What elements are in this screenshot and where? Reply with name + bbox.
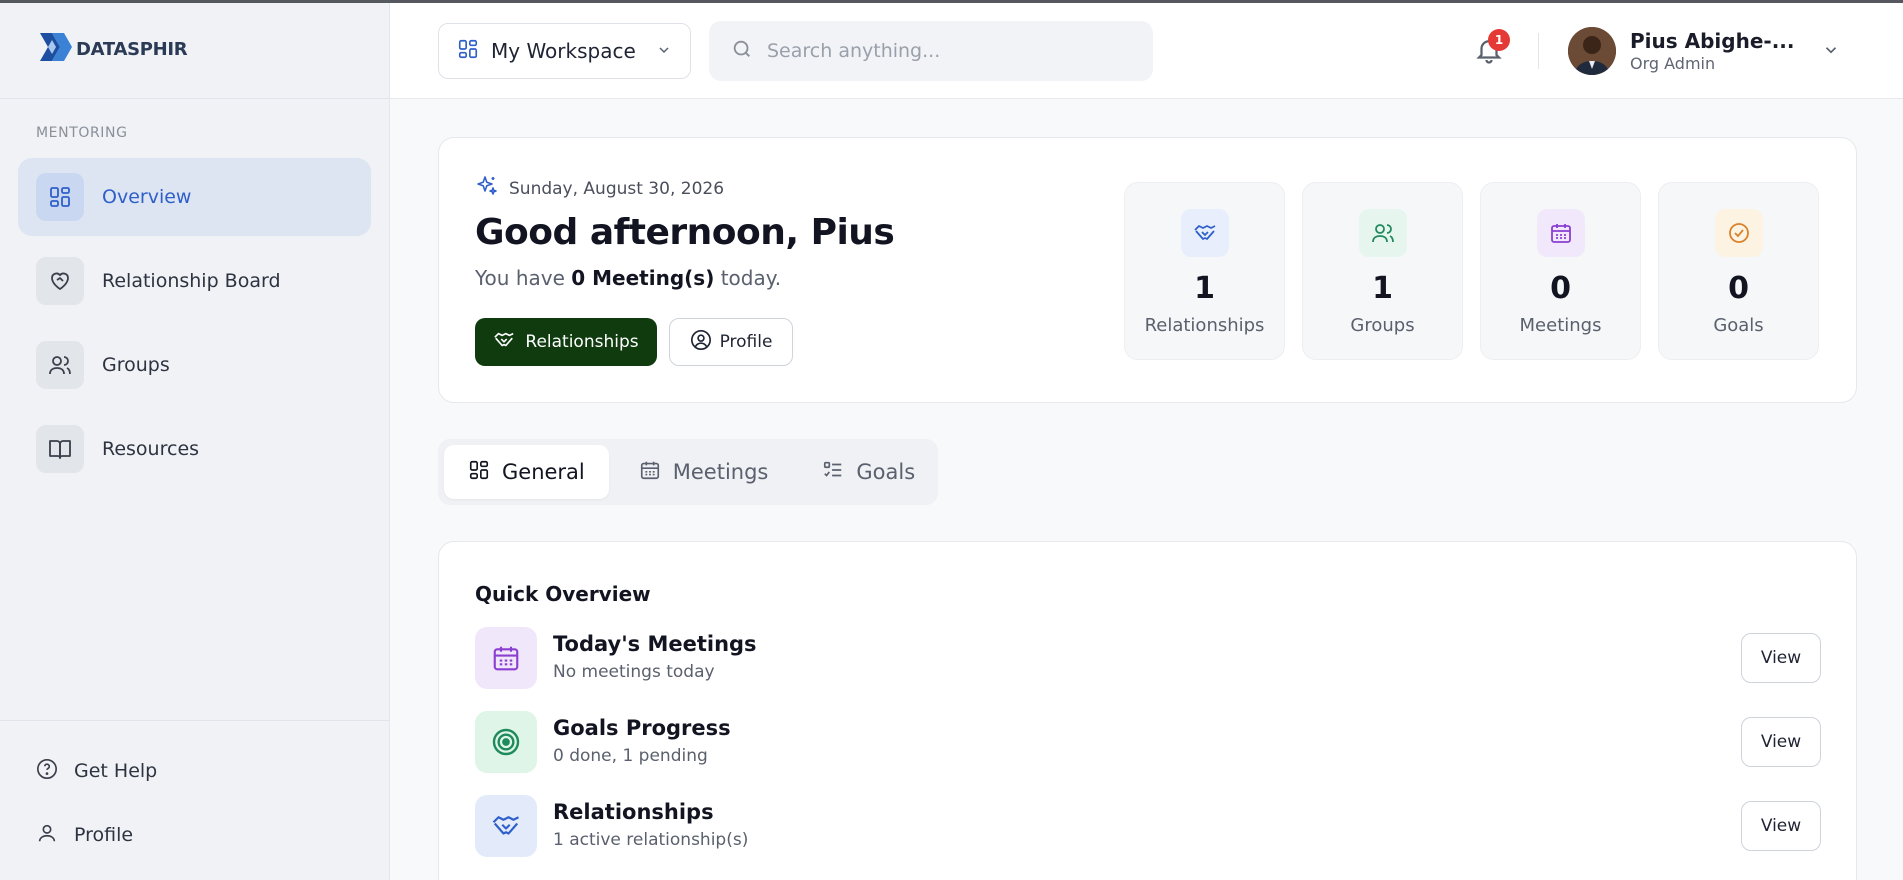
item-description: 1 active relationship(s) xyxy=(553,830,749,850)
search-icon xyxy=(731,38,753,64)
stat-value: 1 xyxy=(1372,271,1393,306)
sidebar-item-label: Overview xyxy=(102,186,192,208)
workspace-label: My Workspace xyxy=(491,39,636,63)
calendar-icon xyxy=(475,627,537,689)
calendar-icon xyxy=(1537,209,1585,257)
sidebar-item-resources[interactable]: Resources xyxy=(18,410,371,488)
heart-handshake-icon xyxy=(36,257,84,305)
sidebar-item-label: Groups xyxy=(102,354,170,376)
stat-groups[interactable]: 1 Groups xyxy=(1302,182,1463,360)
get-help-link[interactable]: Get Help xyxy=(0,739,389,803)
stat-label: Relationships xyxy=(1144,315,1265,336)
view-meetings-button[interactable]: View xyxy=(1741,633,1821,683)
brand-name: DATASPHIR xyxy=(76,38,188,60)
user-role: Org Admin xyxy=(1630,54,1716,73)
sidebar-item-label: Resources xyxy=(102,438,200,460)
profile-button[interactable]: Profile xyxy=(669,318,793,366)
user-name[interactable]: Pius Abighe-... xyxy=(1630,29,1794,53)
target-icon xyxy=(475,711,537,773)
view-goals-button[interactable]: View xyxy=(1741,717,1821,767)
section-label-mentoring: MENTORING xyxy=(36,125,128,141)
stat-goals[interactable]: 0 Goals xyxy=(1658,182,1819,360)
relationships-button[interactable]: Relationships xyxy=(475,318,657,366)
search-input[interactable] xyxy=(767,40,1127,62)
datasphir-logo-icon xyxy=(38,31,72,67)
sidebar-item-overview[interactable]: Overview xyxy=(18,158,371,236)
quick-overview-card: Quick Overview Today's Meetings No meeti… xyxy=(438,541,1857,880)
tab-label: Goals xyxy=(856,460,916,484)
chevron-down-icon xyxy=(656,39,672,63)
handshake-icon xyxy=(475,795,537,857)
tab-label: General xyxy=(502,460,585,484)
item-description: 0 done, 1 pending xyxy=(553,746,708,766)
list-item-goals-progress: Goals Progress 0 done, 1 pending View xyxy=(475,711,1821,773)
list-item-relationships: Relationships 1 active relationship(s) V… xyxy=(475,795,1821,857)
chevron-down-icon[interactable] xyxy=(1822,41,1840,63)
welcome-card: Sunday, August 30, 2026 Good afternoon, … xyxy=(438,137,1857,403)
tab-meetings[interactable]: Meetings xyxy=(615,445,793,499)
stat-value: 1 xyxy=(1194,271,1215,306)
sidebar-item-groups[interactable]: Groups xyxy=(18,326,371,404)
check-circle-icon xyxy=(1715,209,1763,257)
stat-relationships[interactable]: 1 Relationships xyxy=(1124,182,1285,360)
search-bar[interactable] xyxy=(709,21,1153,81)
stat-label: Meetings xyxy=(1519,315,1602,336)
stat-label: Groups xyxy=(1350,315,1415,336)
grid-icon xyxy=(36,173,84,221)
window-top-border xyxy=(0,0,1903,3)
sidebar-footer: Get Help Profile xyxy=(0,720,389,867)
list-item-todays-meetings: Today's Meetings No meetings today View xyxy=(475,627,1821,689)
handshake-icon xyxy=(1181,209,1229,257)
sidebar-item-relationship-board[interactable]: Relationship Board xyxy=(18,242,371,320)
stat-meetings[interactable]: 0 Meetings xyxy=(1480,182,1641,360)
sidebar: DATASPHIR MENTORING Overview Relationshi… xyxy=(0,0,390,880)
notification-badge: 1 xyxy=(1488,29,1510,51)
tab-general[interactable]: General xyxy=(444,445,609,499)
sidebar-item-label: Relationship Board xyxy=(102,270,281,292)
user-icon xyxy=(36,822,58,849)
stat-label: Goals xyxy=(1713,315,1764,336)
list-check-icon xyxy=(822,459,844,486)
item-title: Relationships xyxy=(553,800,714,824)
top-header: My Workspace 1 Pius Abighe-... Org Admin xyxy=(390,3,1903,99)
content-tabs: General Meetings Goals xyxy=(438,439,938,505)
meetings-count: 0 Meeting(s) xyxy=(571,266,715,290)
current-date: Sunday, August 30, 2026 xyxy=(509,178,725,199)
profile-link[interactable]: Profile xyxy=(0,803,389,867)
avatar[interactable] xyxy=(1568,27,1616,75)
quick-overview-title: Quick Overview xyxy=(475,582,651,606)
users-icon xyxy=(36,341,84,389)
grid-icon xyxy=(457,38,479,65)
sidebar-nav: Overview Relationship Board Groups Resou… xyxy=(18,158,371,494)
handshake-icon xyxy=(493,329,515,356)
help-circle-icon xyxy=(36,758,58,785)
book-icon xyxy=(36,425,84,473)
header-divider xyxy=(1538,33,1539,69)
user-circle-icon xyxy=(690,329,712,356)
get-help-label: Get Help xyxy=(74,760,158,782)
page-title: Good afternoon, Pius xyxy=(475,212,895,253)
grid-icon xyxy=(468,459,490,486)
profile-label: Profile xyxy=(74,824,134,846)
item-description: No meetings today xyxy=(553,662,715,682)
brand-logo[interactable]: DATASPHIR xyxy=(0,0,389,99)
workspace-selector[interactable]: My Workspace xyxy=(438,23,691,79)
sparkles-icon xyxy=(475,174,499,203)
meetings-summary: You have 0 Meeting(s) today. xyxy=(475,266,782,290)
date-row: Sunday, August 30, 2026 xyxy=(475,174,724,203)
stat-value: 0 xyxy=(1728,271,1749,306)
relationships-button-label: Relationships xyxy=(525,332,639,352)
calendar-icon xyxy=(639,459,661,486)
item-title: Today's Meetings xyxy=(553,632,757,656)
item-title: Goals Progress xyxy=(553,716,731,740)
tab-goals[interactable]: Goals xyxy=(798,445,939,499)
profile-button-label: Profile xyxy=(719,332,773,352)
view-relationships-button[interactable]: View xyxy=(1741,801,1821,851)
tab-label: Meetings xyxy=(672,460,769,484)
stat-value: 0 xyxy=(1550,271,1571,306)
users-icon xyxy=(1359,209,1407,257)
